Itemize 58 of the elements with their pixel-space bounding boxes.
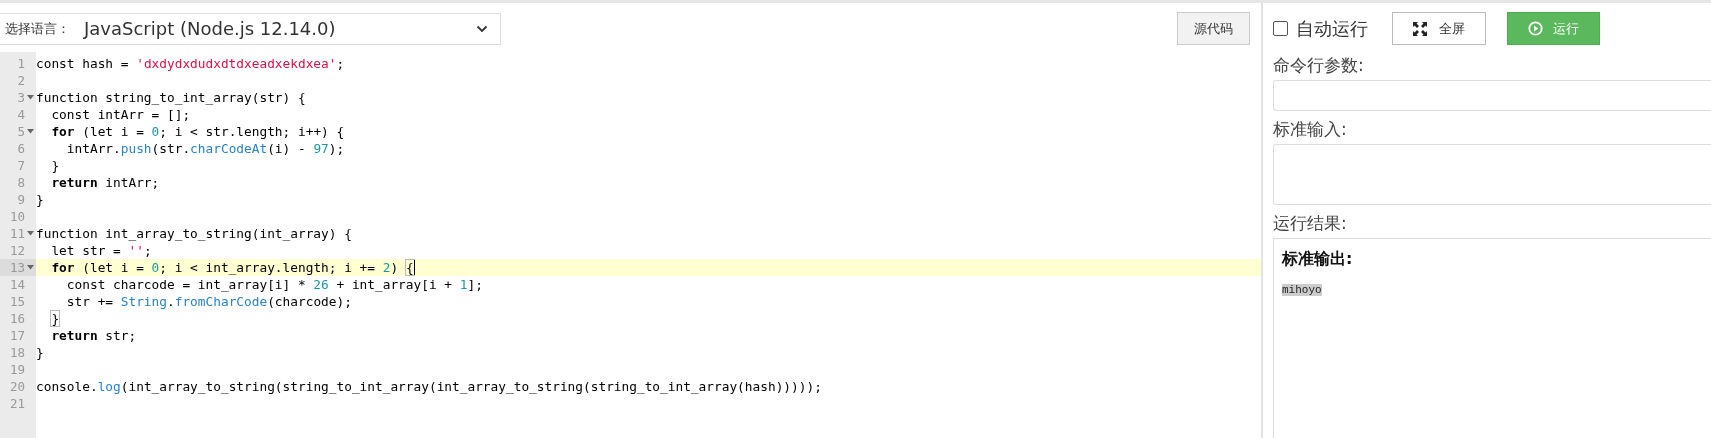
line-number: 12 bbox=[9, 242, 25, 259]
line-number: 16 bbox=[9, 310, 25, 327]
line-number: 18 bbox=[9, 344, 25, 361]
code-line: str += String.fromCharCode(charcode); bbox=[65, 293, 352, 310]
code-line: } bbox=[50, 310, 60, 327]
code-line: } bbox=[36, 344, 44, 361]
code-line: intArr.push(str.charCodeAt(i) - 97); bbox=[65, 140, 345, 157]
play-icon bbox=[1528, 21, 1543, 36]
source-code-button[interactable]: 源代码 bbox=[1177, 12, 1250, 45]
language-select[interactable]: JavaScript (Node.js 12.14.0) bbox=[70, 13, 500, 44]
code-line: } bbox=[36, 191, 44, 208]
code-line: for (let i = 0; i < int_array.length; i += 2) { bbox=[50, 259, 414, 276]
fullscreen-button[interactable]: 全屏 bbox=[1392, 12, 1486, 45]
line-number: 14 bbox=[9, 276, 25, 293]
auto-run-label: 自动运行 bbox=[1296, 16, 1368, 41]
line-number: 2 bbox=[17, 72, 25, 89]
fold-icon[interactable] bbox=[27, 129, 34, 134]
fold-icon[interactable] bbox=[27, 265, 34, 270]
line-number: 11 bbox=[9, 225, 25, 242]
language-label: 选择语言： bbox=[4, 19, 70, 38]
line-number: 1 bbox=[17, 55, 25, 72]
line-number: 4 bbox=[17, 106, 25, 123]
line-number: 20 bbox=[9, 378, 25, 395]
code-line: } bbox=[50, 157, 60, 174]
line-number: 5 bbox=[17, 123, 25, 140]
args-label: 命令行参数: bbox=[1273, 54, 1364, 77]
args-input[interactable] bbox=[1273, 80, 1711, 111]
code-line: const charcode = int_array[i] * 26 + int_array[i + 1]; bbox=[65, 276, 483, 293]
line-number: 3 bbox=[17, 89, 25, 106]
code-line: const hash = 'dxdydxdudxdtdxeadxekdxea'; bbox=[36, 55, 345, 72]
stdin-input[interactable] bbox=[1273, 144, 1711, 205]
fold-icon[interactable] bbox=[27, 231, 34, 236]
line-number: 17 bbox=[9, 327, 25, 344]
output-heading: 标准输出: bbox=[1282, 249, 1353, 270]
line-number: 13 bbox=[9, 259, 25, 276]
fullscreen-icon bbox=[1413, 21, 1427, 36]
code-line: return intArr; bbox=[50, 174, 160, 191]
code-line: console.log(int_array_to_string(string_to_int_array(int_array_to_string(string_to_int_array(hash))))); bbox=[36, 378, 822, 395]
code-line: function int_array_to_string(int_array) { bbox=[36, 225, 352, 242]
line-number: 19 bbox=[9, 361, 25, 378]
code-line: for (let i = 0; i < str.length; i++) { bbox=[50, 123, 345, 140]
checkbox[interactable] bbox=[1273, 21, 1288, 36]
fold-icon[interactable] bbox=[27, 95, 34, 100]
line-number: 9 bbox=[17, 191, 25, 208]
line-number: 8 bbox=[17, 174, 25, 191]
line-number: 21 bbox=[9, 395, 25, 412]
line-number: 6 bbox=[17, 140, 25, 157]
result-label: 运行结果: bbox=[1273, 212, 1347, 235]
code-line: function string_to_int_array(str) { bbox=[36, 89, 306, 106]
code-line: let str = ''; bbox=[50, 242, 152, 259]
line-number: 7 bbox=[17, 157, 25, 174]
line-number: 15 bbox=[9, 293, 25, 310]
line-number: 10 bbox=[9, 208, 25, 225]
stdin-label: 标准输入: bbox=[1273, 118, 1347, 141]
output-text: mihoyo bbox=[1282, 284, 1322, 296]
caret-icon bbox=[476, 24, 488, 33]
code-line: const intArr = []; bbox=[50, 106, 191, 123]
code-line: return str; bbox=[50, 327, 137, 344]
